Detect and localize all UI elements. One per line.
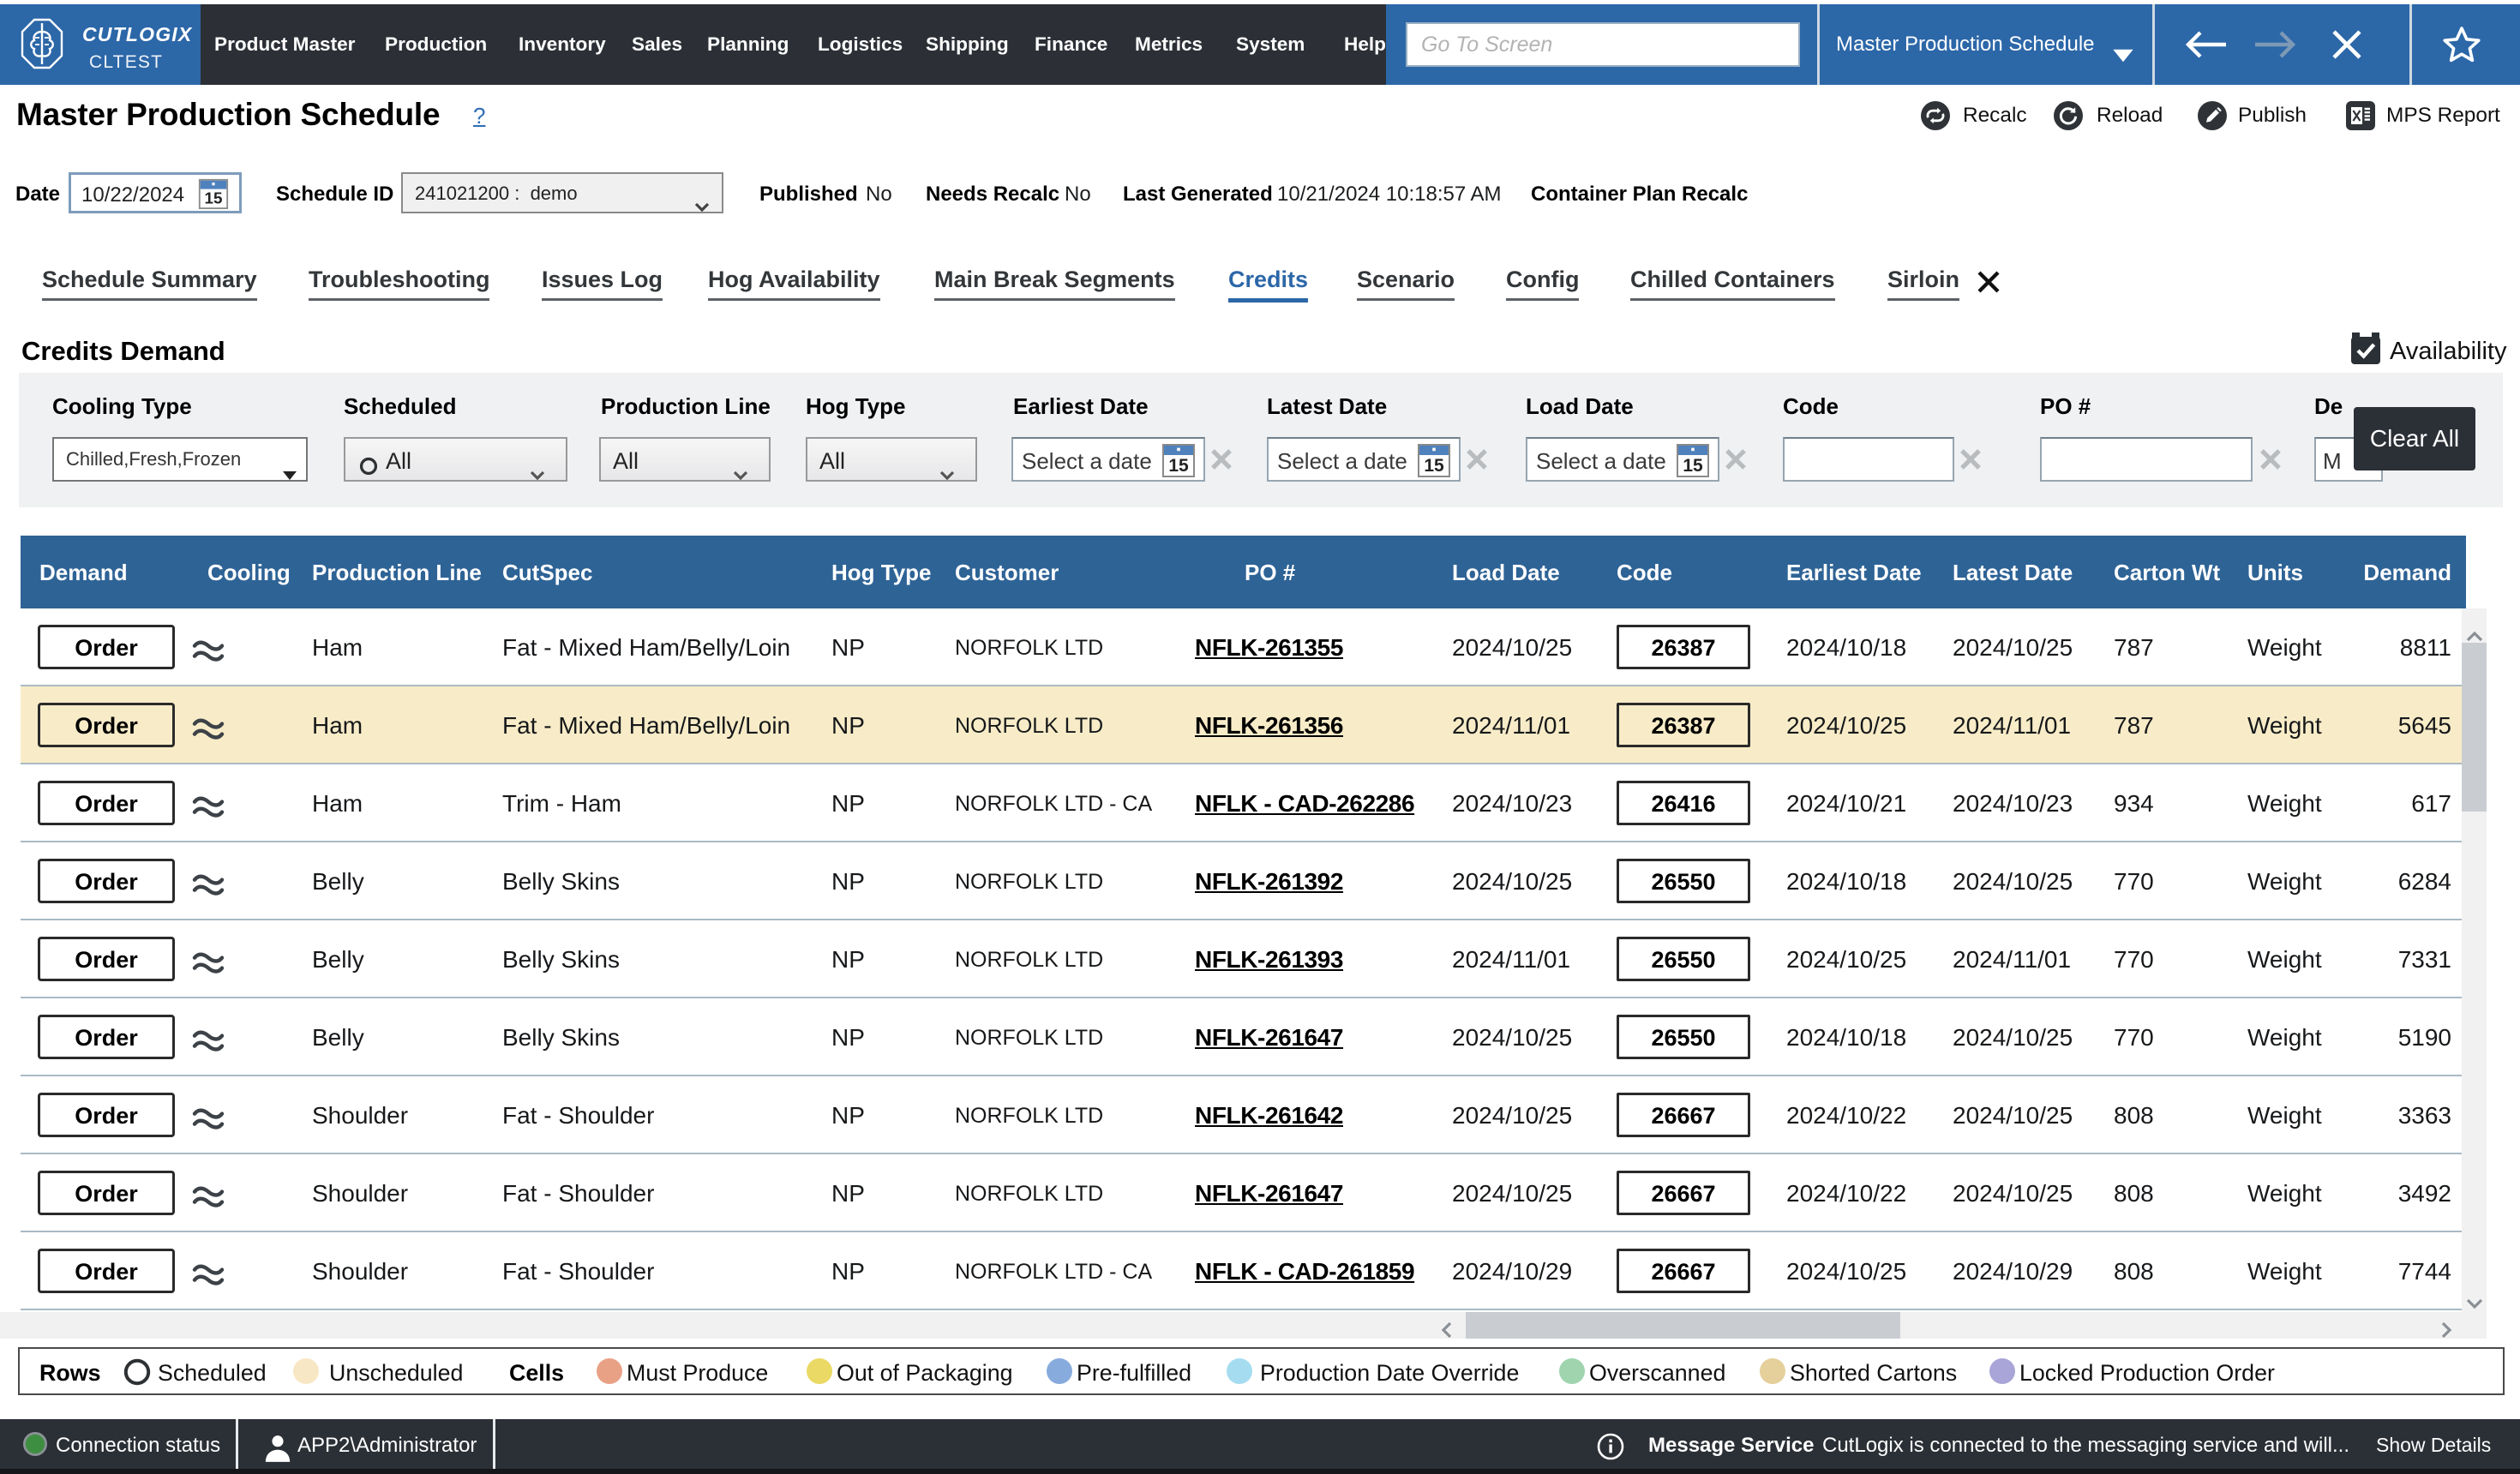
svg-text:15: 15: [1168, 456, 1189, 476]
svg-text:15: 15: [204, 190, 222, 208]
svg-text:15: 15: [1683, 456, 1703, 476]
svg-text:15: 15: [1424, 456, 1444, 476]
